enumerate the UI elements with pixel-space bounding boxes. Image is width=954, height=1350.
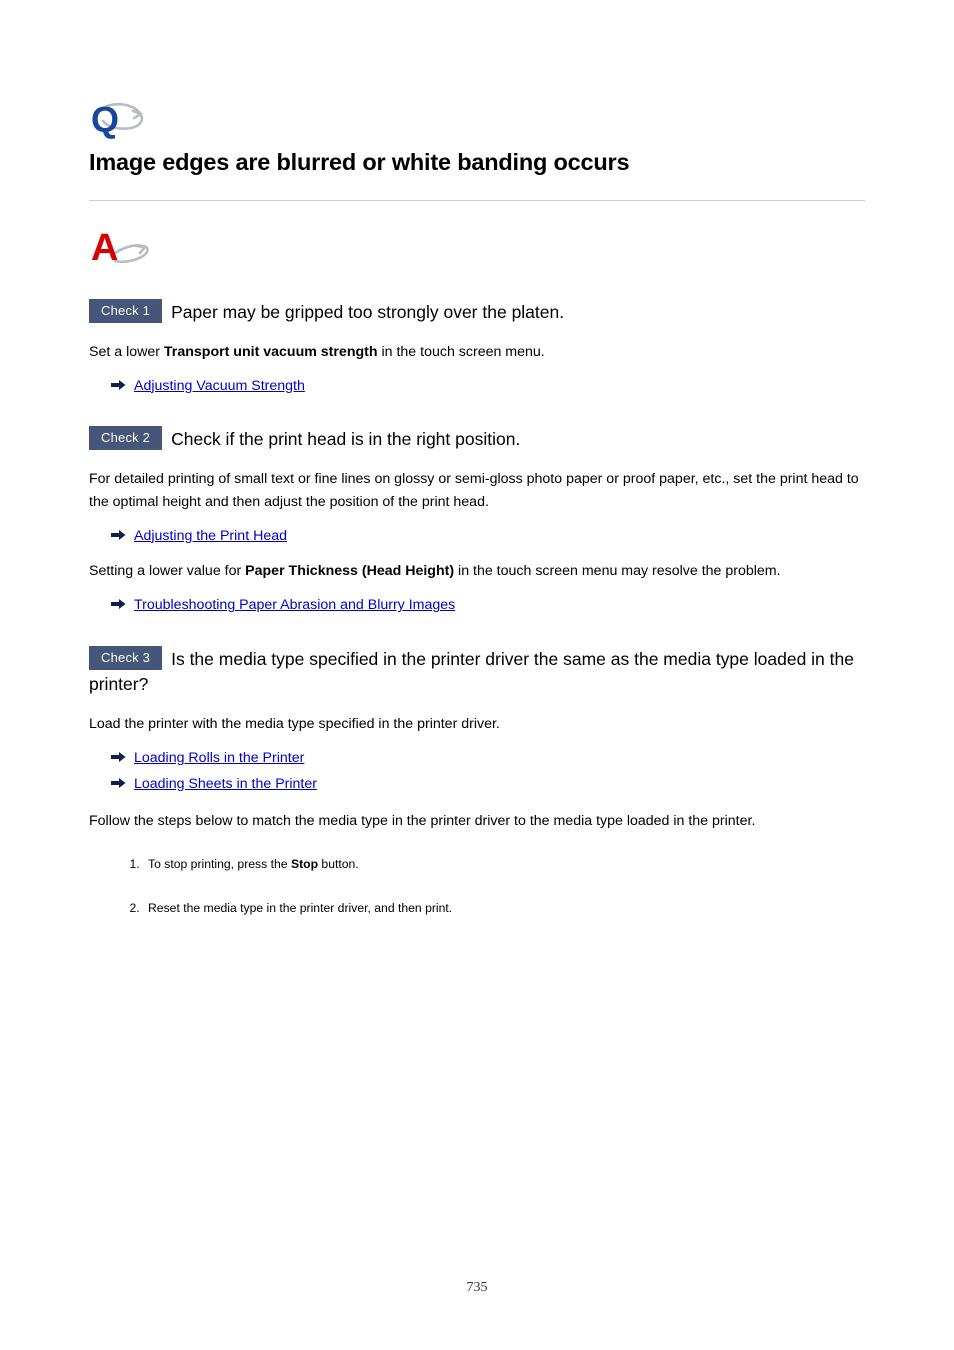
arrow-right-icon [111, 378, 126, 390]
text-before: Reset the media type in the printer driv… [148, 900, 453, 915]
check-3-paragraph: Load the printer with the media type spe… [89, 715, 500, 732]
check-title-1: Paper may be gripped too strongly over t… [171, 302, 565, 323]
check-title-3: Is the media type specified in the print… [89, 649, 854, 695]
document-content: Q Image edges are blurred or white bandi… [89, 100, 865, 917]
check-heading-1: Check 1 Paper may be gripped too strongly… [89, 299, 865, 325]
document-page: Q Image edges are blurred or white bandi… [0, 0, 954, 1350]
arrow-right-icon [111, 776, 126, 788]
check-2-paragraph-1: For detailed printing of small text or f… [89, 470, 859, 510]
check-3-link-list: Loading Rolls in the Printer Loading She… [89, 747, 865, 795]
check-badge-2: Check 2 [89, 426, 163, 451]
arrow-right-icon [111, 528, 126, 540]
page-title: Image edges are blurred or white banding… [89, 149, 630, 175]
title-divider [89, 200, 865, 202]
step-item: To stop printing, press the Stop button. [143, 855, 865, 873]
link-row: Loading Rolls in the Printer [89, 747, 865, 770]
link-row: Troubleshooting Paper Abrasion and Blurr… [89, 594, 865, 617]
link-loading-rolls-in-the-printer[interactable]: Loading Rolls in the Printer [134, 747, 304, 770]
svg-text:Q: Q [91, 100, 119, 140]
text-bold: Paper Thickness (Head Height) [245, 563, 455, 580]
link-row: Adjusting the Print Head [89, 525, 865, 548]
svg-text:A: A [91, 227, 118, 269]
check-1-paragraph: Set a lower Transport unit vacuum streng… [89, 341, 865, 364]
text-before: Setting a lower value for [89, 563, 246, 580]
link-row: Adjusting Vacuum Strength [89, 375, 865, 398]
page-number: 735 [466, 1280, 488, 1295]
check-3-steps: To stop printing, press the Stop button.… [89, 855, 865, 917]
text-after: button. [318, 857, 359, 872]
link-adjusting-vacuum-strength[interactable]: Adjusting Vacuum Strength [134, 375, 305, 398]
link-adjusting-the-print-head[interactable]: Adjusting the Print Head [134, 525, 287, 548]
check-block-1: Check 1 Paper may be gripped too strongly… [89, 299, 865, 397]
link-row: Loading Sheets in the Printer [89, 773, 865, 796]
text-before: To stop printing, press the [148, 857, 291, 872]
text-after: in the touch screen menu. [377, 343, 545, 360]
a-icon: A [89, 226, 159, 270]
check-2-paragraph-2: Setting a lower value for Paper Thicknes… [89, 560, 865, 583]
check-block-2: Check 2 Check if the print head is in the… [89, 426, 865, 617]
check-3-closing-paragraph: Follow the steps below to match the medi… [89, 813, 756, 830]
text-before: Set a lower [89, 343, 164, 360]
check-1-link-list: Adjusting Vacuum Strength [89, 375, 865, 398]
check-block-3: Check 3 Is the media type specified in th… [89, 646, 865, 917]
check-2-link-list-2: Troubleshooting Paper Abrasion and Blurr… [89, 594, 865, 617]
check-2-link-list-1: Adjusting the Print Head [89, 525, 865, 548]
link-loading-sheets-in-the-printer[interactable]: Loading Sheets in the Printer [134, 773, 317, 796]
check-heading-2: Check 2 Check if the print head is in the… [89, 426, 865, 452]
arrow-right-icon [111, 597, 126, 610]
text-bold: Stop [290, 857, 319, 872]
step-item: Reset the media type in the printer driv… [143, 899, 865, 917]
text-after: in the touch screen menu may resolve the… [454, 563, 781, 580]
check-heading-3: Check 3 Is the media type specified in th… [89, 646, 865, 698]
arrow-right-icon [111, 750, 126, 762]
q-icon: Q [89, 100, 159, 142]
text-bold: Transport unit vacuum strength [163, 343, 378, 360]
check-badge-3: Check 3 [89, 646, 163, 671]
check-badge-1: Check 1 [89, 299, 163, 324]
check-title-2: Check if the print head is in the right … [171, 429, 521, 450]
link-troubleshooting-paper-abrasion[interactable]: Troubleshooting Paper Abrasion and Blurr… [134, 594, 455, 617]
